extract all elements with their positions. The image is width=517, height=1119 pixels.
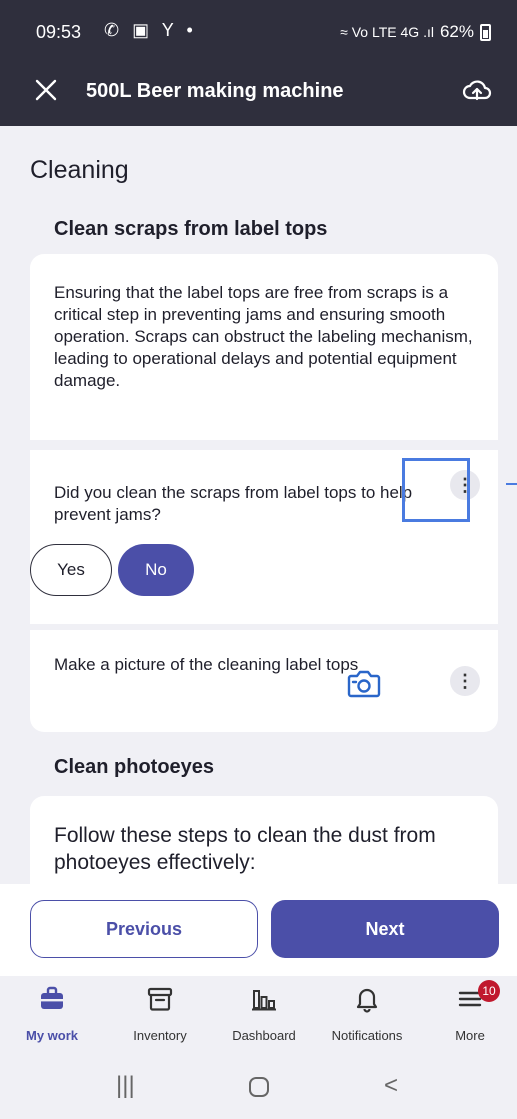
question-text: Did you clean the scraps from label tops… — [54, 483, 413, 524]
cloud-upload-icon[interactable] — [461, 74, 493, 106]
steps-card: Follow these steps to clean the dust fro… — [30, 796, 498, 884]
nav-label: Inventory — [133, 1028, 187, 1043]
yes-button[interactable]: Yes — [30, 544, 112, 596]
battery-icon — [480, 23, 491, 41]
highlight-box — [402, 458, 470, 522]
signal-icon: ≈ Vo LTE 4G .ıl — [340, 24, 434, 40]
nav-label: More — [455, 1028, 485, 1043]
task-description-card: Ensuring that the label tops are free fr… — [30, 254, 498, 440]
bottom-nav: My work Inventory Dashboard Notification… — [0, 976, 517, 1054]
nav-inventory[interactable]: Inventory — [110, 976, 210, 1054]
archive-box-icon — [147, 987, 173, 1011]
app-bar: 500L Beer making machine — [0, 60, 517, 126]
nav-label: Notifications — [331, 1028, 403, 1043]
task-title: Clean photoeyes — [54, 756, 215, 778]
close-icon[interactable] — [34, 78, 58, 102]
task-description: Ensuring that the label tops are free fr… — [54, 283, 473, 390]
status-time: 09:53 — [36, 22, 82, 42]
nav-notifications[interactable]: Notifications — [317, 976, 417, 1054]
camera-icon[interactable] — [346, 666, 382, 700]
next-button[interactable]: Next — [271, 900, 499, 958]
system-nav-bar: ||| < — [0, 1054, 517, 1119]
status-notification-icons: ✆ ▣ Y • — [104, 20, 197, 40]
section-title: Cleaning — [30, 156, 129, 184]
previous-button[interactable]: Previous — [30, 900, 258, 958]
briefcase-icon — [41, 986, 63, 1009]
nav-more[interactable]: 10 More — [420, 976, 517, 1054]
photo-prompt: Make a picture of the cleaning label top… — [54, 655, 359, 674]
step-navigation: Previous Next — [0, 884, 517, 976]
nav-dashboard[interactable]: Dashboard — [214, 976, 314, 1054]
recent-apps-icon[interactable]: ||| — [116, 1072, 135, 1100]
page-title: 500L Beer making machine — [86, 80, 344, 102]
back-icon[interactable]: < — [384, 1072, 398, 1100]
steps-intro: Follow these steps to clean the dust fro… — [54, 824, 436, 874]
notification-badge: 10 — [478, 980, 500, 1002]
battery-percent: 62% — [439, 22, 474, 41]
more-options-icon[interactable]: ⋮ — [450, 666, 480, 696]
bell-icon — [356, 988, 378, 1013]
status-right: ≈ Vo LTE 4G .ıl 62% — [340, 22, 491, 42]
no-button[interactable]: No — [118, 544, 194, 596]
highlight-pointer — [506, 483, 517, 485]
home-icon[interactable] — [248, 1076, 270, 1098]
nav-my-work[interactable]: My work — [2, 976, 102, 1054]
checklist-content[interactable]: Cleaning Clean scraps from label tops En… — [0, 126, 517, 884]
status-bar: 09:53 ✆ ▣ Y • ≈ Vo LTE 4G .ıl 62% — [0, 0, 517, 60]
photo-task-card: Make a picture of the cleaning label top… — [30, 630, 498, 732]
task-title: Clean scraps from label tops — [54, 218, 328, 240]
nav-label: Dashboard — [232, 1028, 296, 1043]
nav-label: My work — [25, 1028, 78, 1043]
bar-chart-icon — [252, 990, 276, 1011]
